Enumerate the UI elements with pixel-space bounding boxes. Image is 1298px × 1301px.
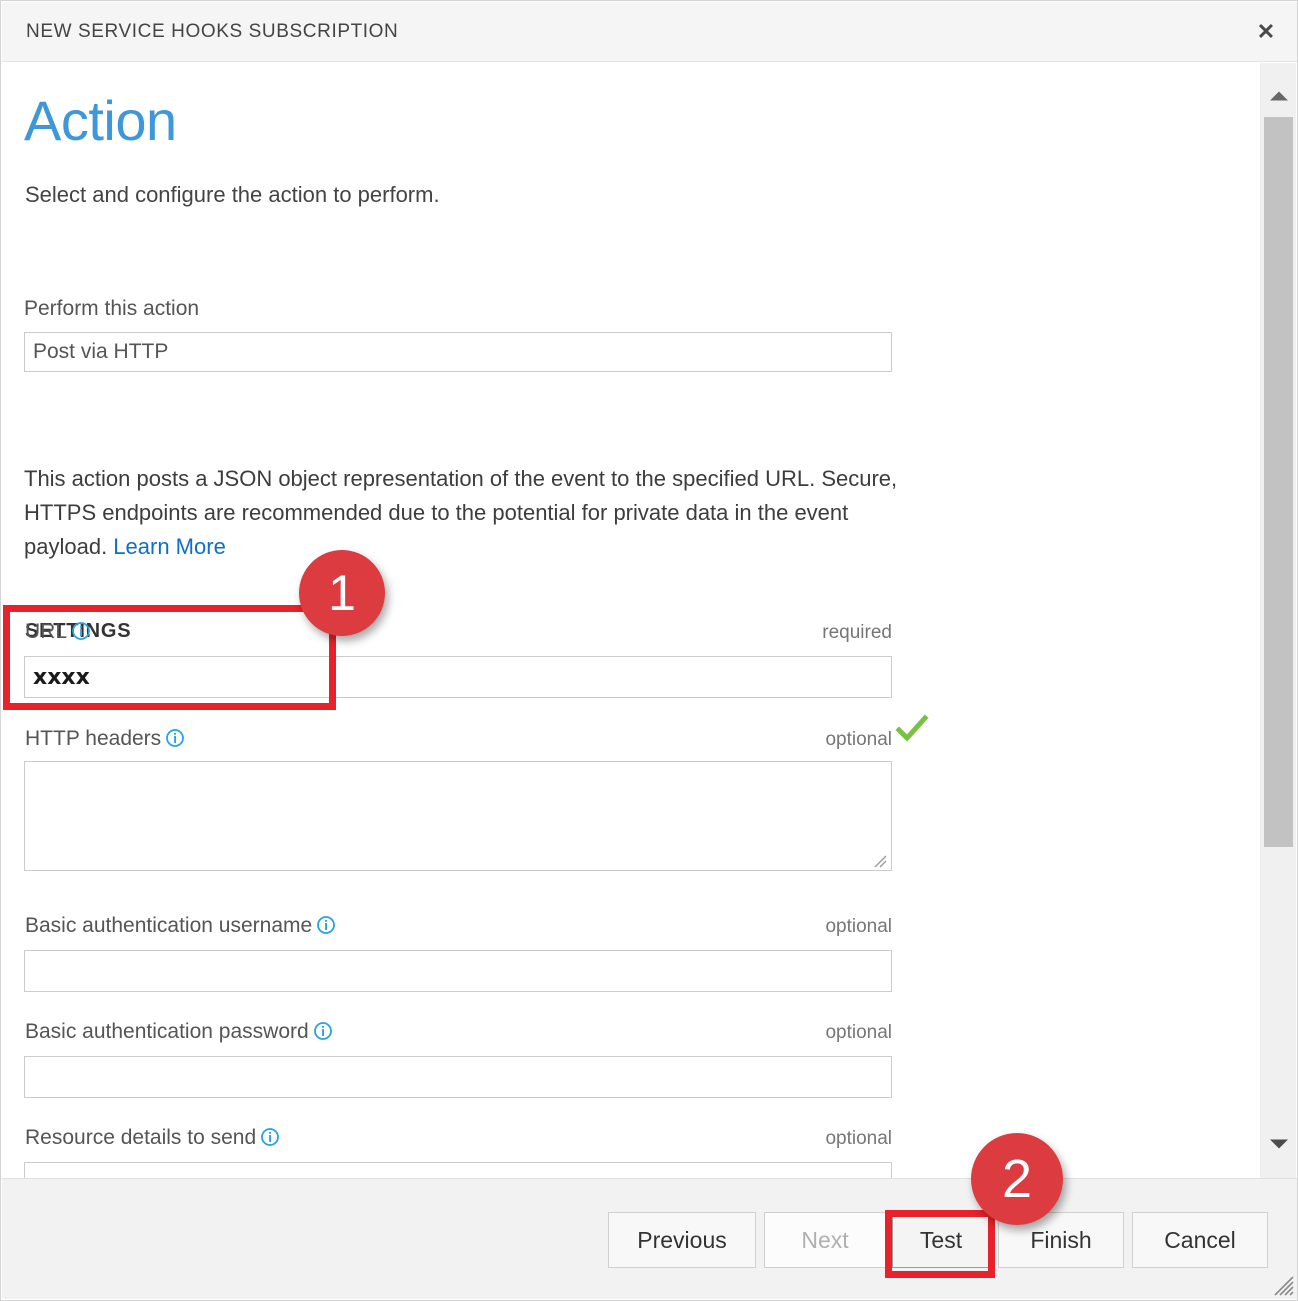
perform-this-action-label: Perform this action [24, 297, 199, 321]
basic-auth-password-input[interactable] [24, 1056, 892, 1098]
resource-details-requirement: optional [692, 1128, 892, 1150]
url-requirement: required [692, 622, 892, 644]
vertical-scrollbar[interactable] [1260, 63, 1296, 1179]
perform-this-action-input[interactable] [24, 332, 892, 372]
url-label-text: URL [25, 620, 67, 643]
finish-button[interactable]: Finish [998, 1212, 1124, 1268]
info-icon[interactable] [314, 1022, 332, 1040]
previous-button[interactable]: Previous [608, 1212, 756, 1268]
next-button[interactable]: Next [764, 1212, 886, 1268]
scroll-up-arrow-icon[interactable] [1261, 81, 1296, 111]
dialog-titlebar: NEW SERVICE HOOKS SUBSCRIPTION ✕ [2, 2, 1298, 62]
close-icon[interactable]: ✕ [1248, 14, 1284, 50]
scrollbar-thumb[interactable] [1264, 117, 1293, 847]
resource-details-input[interactable] [24, 1162, 892, 1179]
learn-more-link[interactable]: Learn More [113, 534, 226, 559]
action-description: This action posts a JSON object represen… [24, 462, 904, 564]
dialog-content-scroll-region: Action Select and configure the action t… [2, 62, 1298, 1179]
info-icon[interactable] [166, 729, 184, 747]
new-service-hooks-subscription-dialog: NEW SERVICE HOOKS SUBSCRIPTION ✕ Action … [0, 0, 1298, 1301]
http-headers-label: HTTP headers [25, 727, 184, 751]
info-icon[interactable] [261, 1128, 279, 1146]
url-input[interactable] [24, 656, 892, 698]
dialog-footer: Previous Next Test Finish Cancel [2, 1178, 1298, 1299]
info-icon[interactable] [317, 916, 335, 934]
url-valid-check-icon [895, 712, 929, 746]
cancel-button[interactable]: Cancel [1132, 1212, 1268, 1268]
http-headers-label-text: HTTP headers [25, 727, 161, 750]
basic-auth-password-label-text: Basic authentication password [25, 1020, 309, 1043]
scroll-down-arrow-icon[interactable] [1261, 1129, 1296, 1159]
basic-auth-password-label: Basic authentication password [25, 1020, 332, 1044]
basic-auth-username-label-text: Basic authentication username [25, 914, 312, 937]
resource-details-label: Resource details to send [25, 1126, 279, 1150]
basic-auth-username-requirement: optional [692, 916, 892, 938]
basic-auth-password-requirement: optional [692, 1022, 892, 1044]
info-icon[interactable] [72, 622, 90, 640]
test-button[interactable]: Test [892, 1212, 990, 1268]
basic-auth-username-label: Basic authentication username [25, 914, 335, 938]
url-label: URL [25, 620, 90, 644]
page-title: Action [24, 93, 177, 149]
http-headers-requirement: optional [692, 729, 892, 751]
dialog-title: NEW SERVICE HOOKS SUBSCRIPTION [26, 21, 398, 43]
resource-details-label-text: Resource details to send [25, 1126, 256, 1149]
http-headers-textarea[interactable] [24, 761, 892, 871]
window-resize-grip-icon[interactable] [1272, 1274, 1294, 1296]
page-subtitle: Select and configure the action to perfo… [25, 182, 440, 208]
basic-auth-username-input[interactable] [24, 950, 892, 992]
